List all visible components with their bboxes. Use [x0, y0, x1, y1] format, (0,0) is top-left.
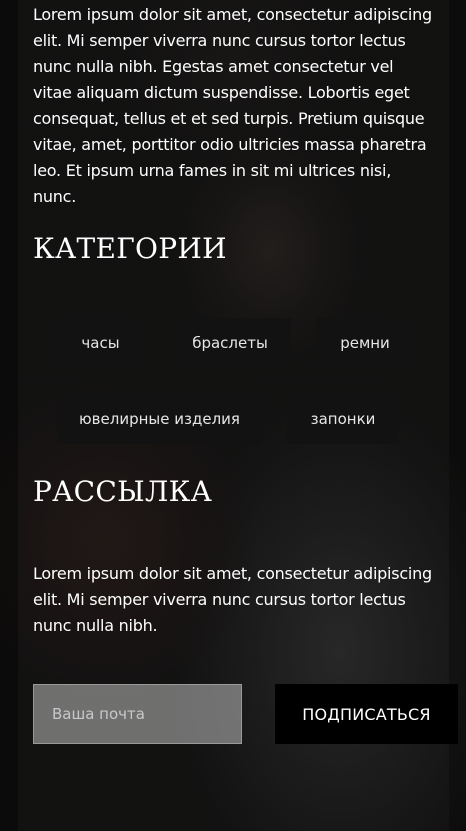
category-tag-label: запонки: [310, 410, 376, 428]
category-tag-belts[interactable]: ремни: [316, 318, 414, 368]
subscribe-button[interactable]: ПОДПИСАТЬСЯ: [275, 684, 458, 744]
category-tag-watches[interactable]: часы: [57, 318, 144, 368]
intro-paragraph: Lorem ipsum dolor sit amet, consectetur …: [33, 5, 432, 206]
page-background: Lorem ipsum dolor sit amet, consectetur …: [0, 0, 466, 831]
newsletter-description: Lorem ipsum dolor sit amet, consectetur …: [33, 564, 432, 635]
category-tag-label: часы: [81, 334, 120, 352]
category-tag-bracelets[interactable]: браслеты: [169, 318, 291, 368]
newsletter-heading: РАССЫЛКА: [33, 475, 213, 508]
category-tag-label: ремни: [340, 334, 390, 352]
category-tag-cufflinks[interactable]: запонки: [287, 394, 399, 444]
category-tag-label: браслеты: [192, 334, 268, 352]
email-input[interactable]: [33, 684, 242, 744]
categories-heading: КАТЕГОРИИ: [33, 232, 227, 265]
category-tag-label: ювелирные изделия: [79, 410, 240, 428]
category-tag-jewelry[interactable]: ювелирные изделия: [57, 394, 262, 444]
